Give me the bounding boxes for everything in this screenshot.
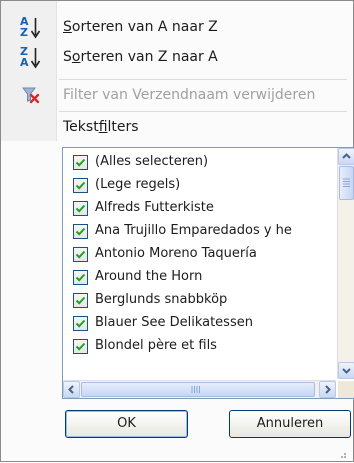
- text-filters-menu-item[interactable]: Tekstfilters: [1, 113, 353, 143]
- ok-button[interactable]: OK: [65, 410, 188, 438]
- checkbox[interactable]: [73, 224, 88, 239]
- list-item[interactable]: (Lege regels): [63, 175, 335, 197]
- list-item[interactable]: Around the Horn: [63, 267, 335, 289]
- clear-filter-label: Filter van Verzendnaam verwijderen: [63, 87, 316, 103]
- list-item-label: Blauer See Delikatessen: [95, 315, 253, 330]
- list-item-label: Berglunds snabbköp: [95, 292, 228, 307]
- checkbox[interactable]: [73, 247, 88, 262]
- checkbox[interactable]: [73, 201, 88, 216]
- list-item-label: (Alles selecteren): [95, 154, 209, 169]
- checkbox[interactable]: [73, 293, 88, 308]
- vertical-scroll-thumb[interactable]: [339, 166, 354, 200]
- cancel-button[interactable]: Annuleren: [229, 410, 351, 438]
- list-item-label: Alfreds Futterkiste: [95, 200, 214, 215]
- sort-z-to-a-icon: Z A: [20, 46, 42, 70]
- checkbox[interactable]: [73, 270, 88, 285]
- list-item[interactable]: (Alles selecteren): [63, 152, 335, 174]
- menu-separator: [59, 111, 347, 112]
- sort-a-to-z-menu-item[interactable]: A Z Sorteren van A naar Z: [1, 13, 353, 43]
- filter-values-list[interactable]: (Alles selecteren) (Lege regels) Alfreds…: [62, 147, 354, 399]
- scrollbar-corner: [338, 381, 354, 398]
- scroll-right-button[interactable]: [319, 381, 336, 398]
- sort-a-to-z-icon: A Z: [20, 16, 42, 40]
- list-item-label: (Lege regels): [95, 177, 181, 192]
- list-item[interactable]: Alfreds Futterkiste: [63, 198, 335, 220]
- list-item[interactable]: Blondel père et fils: [63, 336, 335, 358]
- list-item[interactable]: Berglunds snabbköp: [63, 290, 335, 312]
- list-item-label: Blondel père et fils: [95, 338, 217, 353]
- clear-filter-icon: [20, 84, 42, 108]
- checkbox[interactable]: [73, 339, 88, 354]
- sort-a-to-z-label: Sorteren van A naar Z: [63, 19, 218, 35]
- list-item-label: Antonio Moreno Taquería: [95, 246, 257, 261]
- list-item[interactable]: Antonio Moreno Taquería: [63, 244, 335, 266]
- checkbox-blanks[interactable]: [73, 178, 88, 193]
- horizontal-scroll-thumb[interactable]: [81, 382, 315, 397]
- scroll-down-button[interactable]: [338, 362, 354, 379]
- list-item-label: Ana Trujillo Emparedados y he: [95, 223, 292, 238]
- list-item-label: Around the Horn: [95, 269, 203, 284]
- list-item[interactable]: Ana Trujillo Emparedados y he: [63, 221, 335, 243]
- menu-separator: [59, 79, 347, 80]
- checkbox[interactable]: [73, 316, 88, 331]
- scroll-up-button[interactable]: [338, 148, 354, 165]
- text-filters-label: Tekstfilters: [63, 119, 139, 135]
- clear-filter-menu-item[interactable]: Filter van Verzendnaam verwijderen: [1, 81, 353, 111]
- horizontal-scrollbar[interactable]: [63, 380, 336, 398]
- sort-z-to-a-label: Sorteren van Z naar A: [63, 49, 218, 65]
- list-item[interactable]: Blauer See Delikatessen: [63, 313, 335, 335]
- autofilter-dropdown: A Z Sorteren van A naar Z Z A Sorteren v…: [0, 0, 354, 462]
- resize-grip-icon[interactable]: [333, 448, 347, 458]
- checkbox-select-all[interactable]: [73, 155, 88, 170]
- scroll-left-button[interactable]: [63, 381, 80, 398]
- vertical-scrollbar[interactable]: [337, 148, 354, 379]
- sort-z-to-a-menu-item[interactable]: Z A Sorteren van Z naar A: [1, 43, 353, 73]
